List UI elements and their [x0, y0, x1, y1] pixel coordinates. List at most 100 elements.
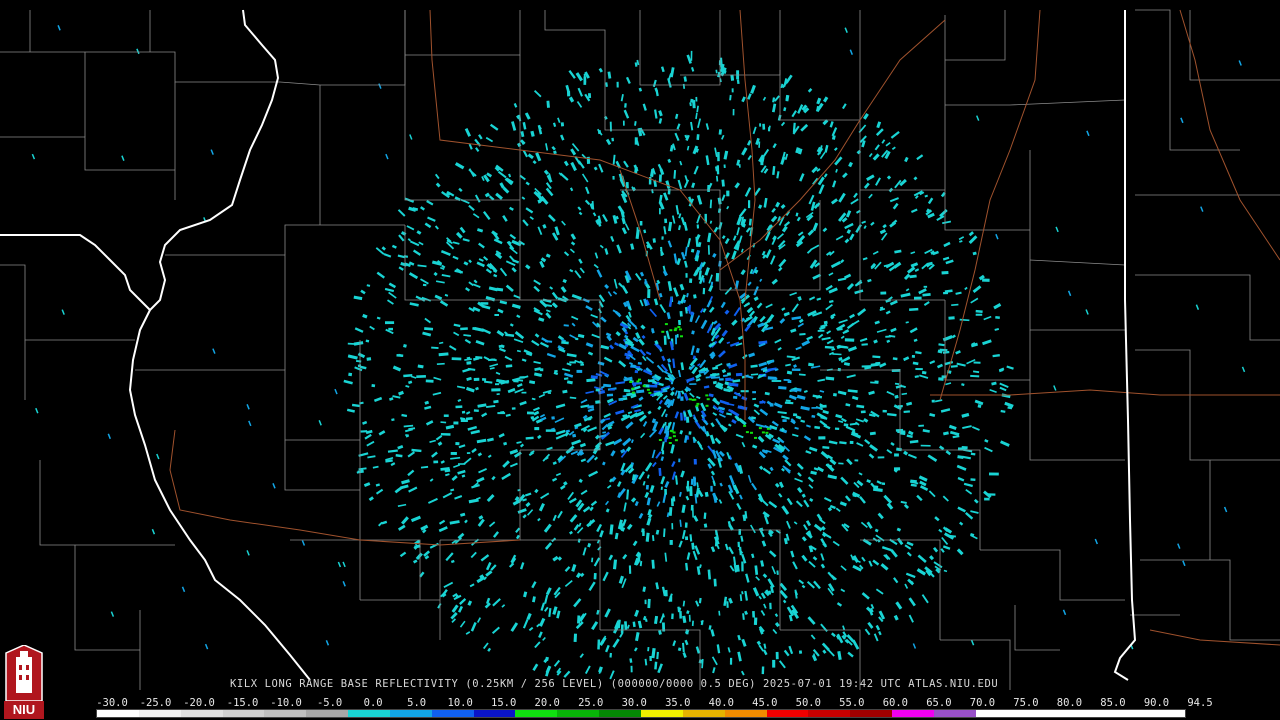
echo-speckle — [767, 578, 775, 588]
echo-speckle — [696, 134, 700, 141]
echo-speckle — [502, 186, 510, 194]
echo-speckle — [662, 389, 668, 393]
echo-speckle — [537, 199, 542, 204]
echo-speckle — [598, 163, 604, 173]
echo-speckle — [485, 136, 494, 143]
echo-speckle — [719, 399, 730, 406]
echo-speckle — [434, 225, 439, 230]
echo-speckle — [634, 62, 638, 67]
echo-speckle — [753, 286, 759, 296]
echo-speckle — [496, 330, 505, 337]
echo-speckle — [598, 390, 606, 395]
echo-speckle — [907, 578, 915, 586]
echo-speckle — [594, 434, 600, 440]
echo-speckle — [641, 334, 646, 340]
echo-speckle — [744, 302, 751, 307]
echo-speckle — [875, 177, 881, 186]
echo-speckle — [846, 458, 853, 466]
echo-speckle — [796, 462, 804, 470]
echo-speckle — [599, 636, 607, 647]
echo-cell-green — [705, 404, 709, 407]
echo-speckle — [376, 316, 381, 320]
echo-speckle — [467, 600, 473, 606]
echo-speckle — [795, 346, 802, 351]
echo-speckle — [763, 197, 768, 208]
echo-speckle — [921, 370, 927, 375]
echo-speckle — [662, 613, 665, 618]
echo-speckle — [545, 665, 552, 674]
echo-speckle — [811, 414, 816, 418]
color-bar-segment — [892, 710, 934, 717]
echo-speckle — [550, 427, 556, 431]
echo-speckle — [623, 160, 629, 168]
echo-speckle — [549, 286, 554, 290]
echo-speckle — [959, 240, 963, 243]
echo-speckle — [453, 323, 461, 328]
echo-speckle — [488, 521, 496, 528]
echo-speckle — [433, 376, 442, 381]
echo-speckle — [758, 451, 766, 459]
echo-speckle — [526, 612, 532, 620]
echo-speckle — [466, 356, 471, 360]
echo-speckle — [819, 389, 825, 393]
echo-speckle — [644, 462, 653, 472]
echo-speckle — [758, 465, 764, 471]
echo-speckle — [509, 206, 514, 211]
echo-speckle — [466, 361, 472, 365]
echo-speckle — [420, 278, 429, 285]
echo-speckle — [578, 258, 583, 264]
echo-speckle — [612, 214, 618, 224]
echo-speckle — [862, 257, 868, 261]
echo-speckle — [505, 284, 514, 293]
echo-speckle — [606, 398, 614, 404]
echo-speckle — [773, 402, 783, 409]
legend-tick-label: 0.0 — [363, 697, 383, 709]
echo-speckle — [746, 140, 752, 146]
echo-speckle — [861, 592, 870, 600]
legend-tick-label: 10.0 — [447, 697, 473, 709]
echo-speckle — [866, 479, 872, 484]
color-bar-segment — [180, 710, 223, 717]
echo-speckle — [412, 249, 422, 256]
echo-speckle — [707, 232, 712, 243]
legend-tick-label: -10.0 — [270, 697, 302, 709]
echo-speckle — [505, 333, 515, 338]
echo-speckle — [820, 323, 828, 328]
echo-outlier — [181, 586, 186, 593]
echo-speckle — [810, 470, 817, 475]
echo-speckle — [418, 241, 424, 246]
echo-speckle — [718, 413, 726, 418]
echo-speckle — [832, 353, 842, 356]
echo-speckle — [833, 147, 838, 151]
echo-speckle — [656, 651, 659, 660]
echo-speckle — [695, 347, 700, 354]
echo-speckle — [774, 338, 782, 344]
echo-speckle — [476, 617, 482, 623]
echo-speckle — [620, 448, 626, 454]
echo-speckle — [409, 302, 419, 307]
echo-speckle — [397, 524, 406, 531]
echo-speckle — [584, 199, 591, 205]
color-bar-segment — [808, 710, 851, 717]
legend-tick-label: -15.0 — [226, 697, 259, 709]
echo-speckle — [612, 559, 618, 570]
echo-speckle — [893, 261, 902, 269]
echo-speckle — [679, 429, 684, 435]
echo-outlier — [1067, 290, 1072, 297]
echo-speckle — [658, 399, 663, 405]
echo-speckle — [891, 146, 896, 151]
echo-speckle — [413, 559, 418, 564]
echo-speckle — [422, 331, 432, 337]
echo-speckle — [612, 624, 620, 634]
echo-speckle — [602, 431, 607, 434]
echo-speckle — [829, 504, 836, 510]
color-bar-segment — [264, 710, 307, 717]
legend-tick-label: 80.0 — [1056, 697, 1083, 709]
echo-speckle — [555, 472, 562, 477]
echo-speckle — [873, 487, 883, 492]
echo-speckle — [718, 337, 725, 344]
echo-speckle — [653, 298, 659, 306]
echo-speckle — [607, 71, 612, 79]
echo-speckle — [470, 429, 480, 435]
echo-speckle — [714, 334, 720, 340]
